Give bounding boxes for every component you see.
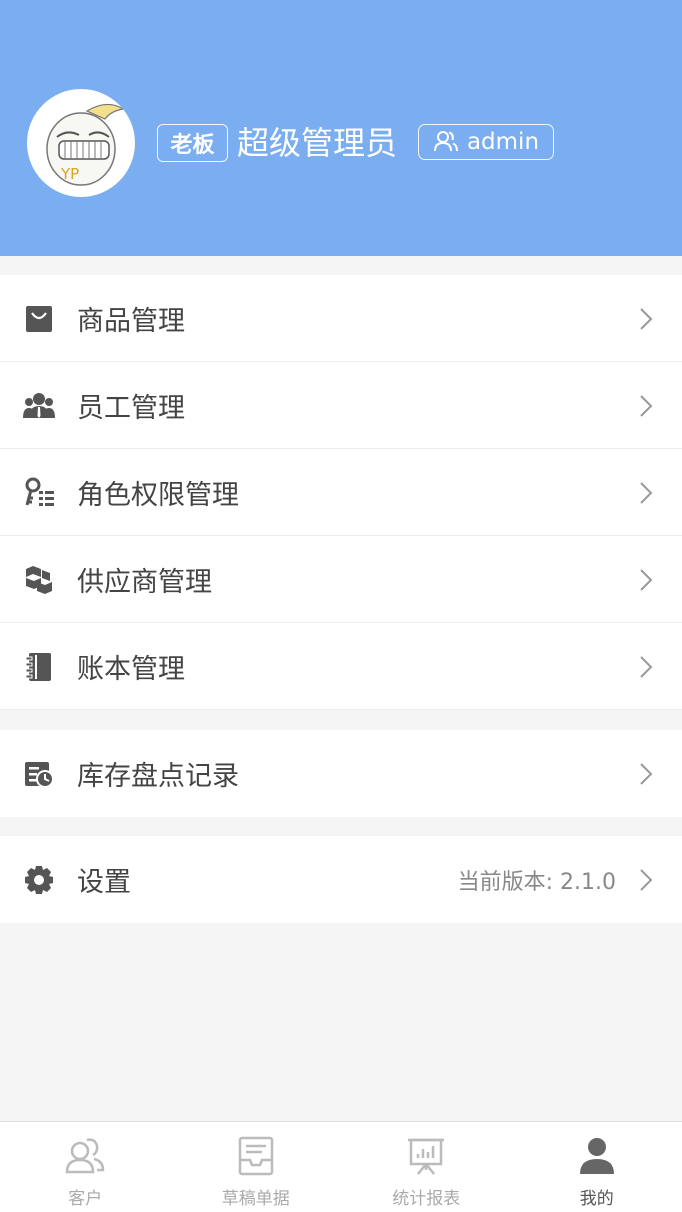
menu-label: 库存盘点记录 bbox=[77, 761, 239, 792]
menu-item-products[interactable]: 商品管理 bbox=[0, 275, 682, 362]
menu-group-management: 商品管理 员工管理 角色权限管理 供应商管理 账本管理 bbox=[0, 275, 682, 710]
profile-header: YP 老板 超级管理员 admin bbox=[0, 0, 682, 256]
chevron-right-icon bbox=[636, 760, 656, 788]
avatar-mascot-icon: YP bbox=[46, 103, 125, 186]
user-name: 超级管理员 bbox=[237, 124, 398, 162]
menu-item-staff[interactable]: 员工管理 bbox=[0, 362, 682, 449]
staff-group-icon bbox=[22, 389, 56, 423]
tab-label: 草稿单据 bbox=[221, 1189, 290, 1209]
bottom-tab-bar: 客户 草稿单据 统计报表 我的 bbox=[0, 1121, 682, 1212]
chevron-right-icon bbox=[636, 653, 656, 681]
tab-drafts[interactable]: 草稿单据 bbox=[171, 1122, 342, 1212]
boxes-stack-icon bbox=[22, 563, 56, 597]
menu-label: 角色权限管理 bbox=[77, 480, 239, 511]
gear-icon bbox=[22, 863, 56, 897]
avatar[interactable]: YP bbox=[27, 89, 135, 197]
svg-text:YP: YP bbox=[60, 165, 79, 183]
menu-label: 供应商管理 bbox=[77, 567, 212, 598]
person-icon bbox=[579, 1138, 614, 1174]
account-name: admin bbox=[466, 129, 540, 155]
key-permission-icon bbox=[22, 476, 56, 510]
chevron-right-icon bbox=[636, 479, 656, 507]
chevron-right-icon bbox=[636, 392, 656, 420]
shopping-bag-icon bbox=[22, 302, 56, 336]
role-badge: 老板 bbox=[157, 124, 228, 162]
tab-customers[interactable]: 客户 bbox=[0, 1122, 171, 1212]
tab-label: 我的 bbox=[579, 1189, 614, 1209]
ledger-book-icon bbox=[22, 650, 56, 684]
menu-label: 账本管理 bbox=[77, 654, 185, 685]
menu-item-settings[interactable]: 设置 当前版本: 2.1.0 bbox=[0, 836, 682, 923]
divider bbox=[0, 709, 682, 710]
menu-item-suppliers[interactable]: 供应商管理 bbox=[0, 536, 682, 623]
menu-item-role-permissions[interactable]: 角色权限管理 bbox=[0, 449, 682, 536]
menu-item-ledger[interactable]: 账本管理 bbox=[0, 623, 682, 710]
customers-icon bbox=[65, 1138, 105, 1174]
menu-item-inventory-records[interactable]: 库存盘点记录 bbox=[0, 730, 682, 817]
inventory-record-icon bbox=[22, 757, 56, 791]
user-group-icon bbox=[433, 131, 458, 152]
chevron-right-icon bbox=[636, 566, 656, 594]
menu-label: 商品管理 bbox=[77, 306, 185, 337]
menu-label: 设置 bbox=[77, 867, 131, 898]
tab-label: 客户 bbox=[68, 1189, 103, 1209]
chevron-right-icon bbox=[636, 305, 656, 333]
tab-reports[interactable]: 统计报表 bbox=[341, 1122, 512, 1212]
tab-label: 统计报表 bbox=[392, 1189, 461, 1209]
menu-group-inventory: 库存盘点记录 bbox=[0, 730, 682, 817]
account-badge: admin bbox=[418, 124, 554, 160]
chevron-right-icon bbox=[636, 866, 656, 894]
draft-inbox-icon bbox=[238, 1136, 273, 1176]
report-board-icon bbox=[408, 1138, 445, 1175]
app-version: 当前版本: 2.1.0 bbox=[457, 869, 616, 895]
tab-mine[interactable]: 我的 bbox=[512, 1122, 682, 1212]
menu-group-settings: 设置 当前版本: 2.1.0 bbox=[0, 836, 682, 923]
menu-label: 员工管理 bbox=[77, 393, 185, 424]
